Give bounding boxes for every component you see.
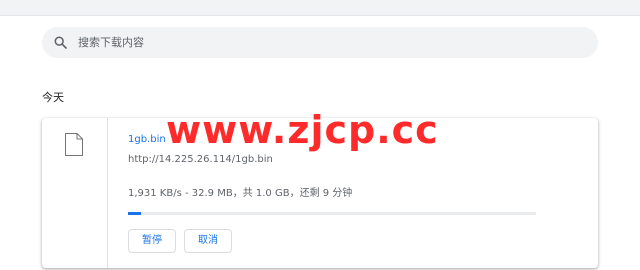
pause-button[interactable]: 暂停 [128, 229, 176, 253]
search-input[interactable] [78, 27, 578, 58]
cancel-button[interactable]: 取消 [184, 229, 232, 253]
download-progress-bar [128, 212, 536, 215]
top-toolbar [0, 0, 640, 15]
download-item-card: 1gb.bin http://14.225.26.114/1gb.bin 1,9… [42, 118, 598, 268]
search-icon [54, 36, 67, 49]
search-box[interactable] [42, 27, 598, 58]
file-icon-column [42, 118, 108, 268]
date-section-title: 今天 [42, 91, 64, 104]
download-status: 1,931 KB/s - 32.9 MB，共 1.0 GB，还剩 9 分钟 [128, 188, 353, 199]
download-progress-fill [128, 212, 142, 215]
file-name-link[interactable]: 1gb.bin [128, 134, 166, 145]
file-icon [65, 133, 83, 156]
toolbar-divider [0, 15, 640, 16]
file-url: http://14.225.26.114/1gb.bin [128, 154, 273, 165]
